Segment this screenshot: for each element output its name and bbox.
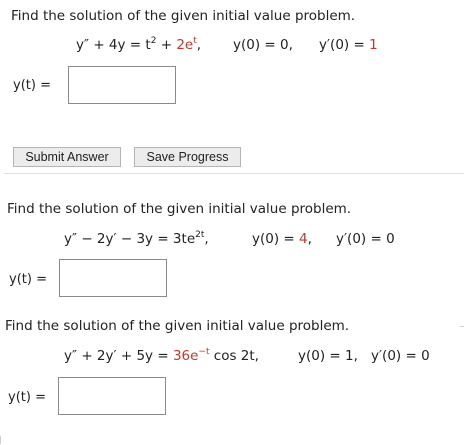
problem2-answer-label: y(t) =	[9, 272, 47, 287]
problem3-prompt: Find the solution of the given initial v…	[5, 318, 350, 334]
problem3-answer-label: y(t) =	[8, 390, 46, 405]
problem1-equation: y″ + 4y = t2 + 2et,	[76, 36, 202, 54]
problem1-ic1: y(0) = 0,	[233, 37, 293, 53]
problem1-ic2: y′(0) = 1	[319, 37, 378, 53]
problem2-ic1: y(0) = 4,	[252, 231, 312, 247]
submit-answer-button[interactable]: Submit Answer	[13, 147, 121, 167]
section-divider	[4, 173, 464, 174]
problem3-answer-input[interactable]	[58, 377, 166, 415]
problem1-ic2-value: 1	[369, 37, 378, 53]
problem2-comma: ,	[204, 231, 209, 247]
save-progress-button[interactable]: Save Progress	[134, 147, 241, 167]
problem3-equation: y″ + 2y′ + 5y = 36e−t cos 2t,	[64, 347, 259, 365]
problem3-ic1: y(0) = 1,	[298, 348, 358, 364]
problem2-equation-lhs: y″ − 2y′ − 3y = 3te	[64, 231, 196, 247]
problem2-answer-input[interactable]	[59, 259, 167, 297]
edge-mark	[0, 436, 1, 444]
problem1-answer-label: y(t) =	[13, 78, 51, 93]
problem3-equation-lhs: y″ + 2y′ + 5y =	[64, 348, 173, 364]
problem1-forcing-term: 2et	[176, 36, 197, 54]
problem2-ic1-value: 4	[299, 231, 308, 247]
problem1-comma: ,	[196, 37, 202, 53]
problem2-ic2: y′(0) = 0	[336, 231, 395, 247]
problem3-trailing: cos 2t,	[209, 348, 259, 364]
problem1-answer-input[interactable]	[68, 66, 176, 104]
problem1-prompt: Find the solution of the given initial v…	[11, 8, 356, 24]
problem1-equation-lhs: y″ + 4y = t	[76, 37, 151, 53]
problem2-prompt: Find the solution of the given initial v…	[7, 201, 352, 217]
margin-mark	[460, 326, 464, 327]
problem2-equation: y″ − 2y′ − 3y = 3te2t,	[64, 230, 209, 248]
problem3-forcing-term: 36e−t	[172, 347, 210, 365]
problem3-ic2: y′(0) = 0	[371, 348, 430, 364]
problem1-plus: +	[156, 37, 177, 53]
problem2-exponent: 2t	[195, 230, 205, 240]
